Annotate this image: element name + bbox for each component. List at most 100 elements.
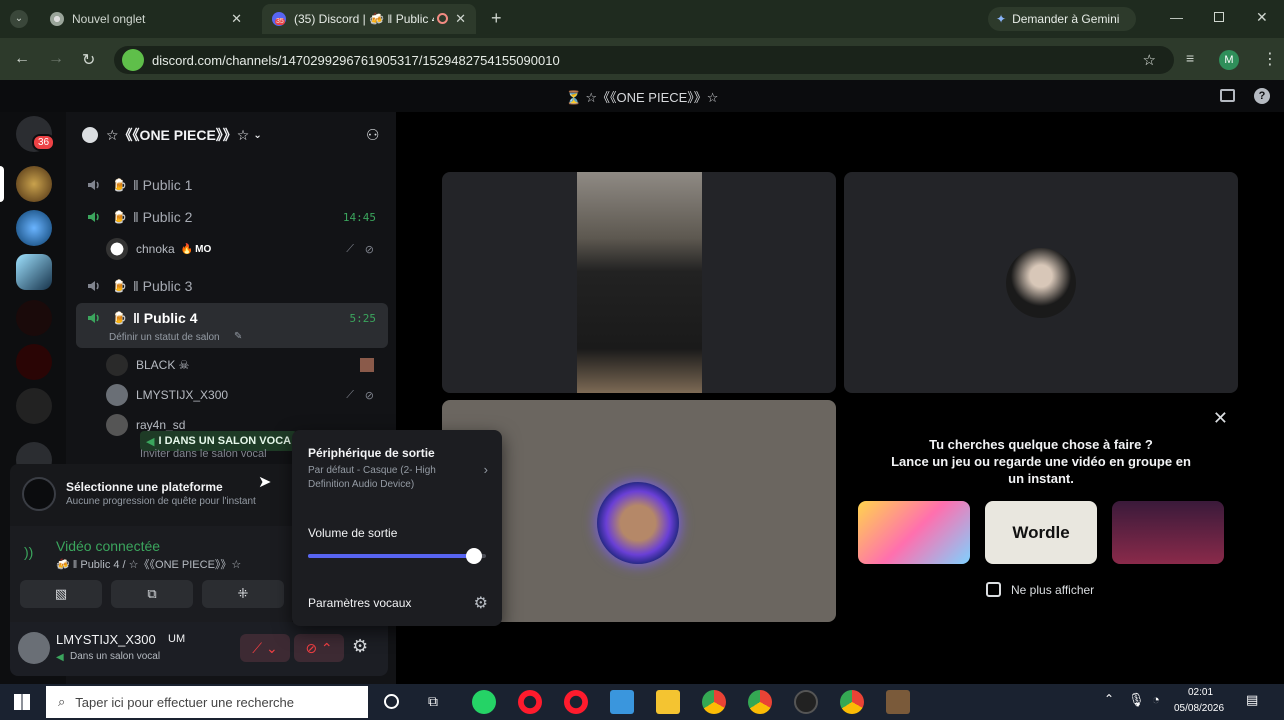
volume-knob[interactable] (465, 548, 482, 564)
edit-pencil-icon[interactable]: ✎ (234, 331, 242, 342)
invite-voice-link[interactable]: Inviter dans le salon vocal (140, 448, 267, 460)
forward-icon[interactable]: → (48, 50, 64, 68)
close-tab-icon[interactable]: ✕ (231, 11, 242, 27)
voice-channel-public-3[interactable]: 🍺 ǁ Public 3 (80, 271, 386, 301)
opera-icon[interactable] (518, 690, 542, 714)
beer-icon: 🍺 (112, 178, 127, 192)
channel-name: ǁ Public 1 (132, 177, 193, 193)
clock-date[interactable]: 05/08/2026 (1174, 703, 1224, 714)
tab-search-chevron-icon[interactable]: ⌄ (10, 10, 28, 28)
voice-settings-item[interactable]: Paramètres vocaux ⚙ (308, 595, 488, 612)
voice-status[interactable]: Vidéo connectée (56, 538, 160, 554)
back-icon[interactable]: ← (14, 50, 30, 68)
chrome-icon[interactable] (702, 690, 726, 714)
activity-card-wordle[interactable]: Wordle (985, 501, 1097, 564)
quest-panel[interactable]: Sélectionne une plateforme Aucune progre… (10, 464, 296, 526)
activity-card-gamenight[interactable] (858, 501, 970, 564)
tab-badge: 35 (275, 18, 285, 25)
inbox-icon[interactable] (1220, 89, 1235, 102)
recording-icon (437, 13, 448, 24)
opera-gx-icon[interactable] (564, 690, 588, 714)
network-icon[interactable]: ◔ (1152, 692, 1160, 707)
speaker-icon (88, 180, 99, 190)
search-placeholder: Taper ici pour effectuer une recherche (75, 694, 295, 710)
settings-gear-icon[interactable]: ⚙ (352, 636, 368, 657)
server-fox-icon[interactable] (16, 344, 52, 380)
reload-icon[interactable]: ↻ (82, 50, 95, 70)
server-one-piece-icon[interactable] (16, 166, 52, 202)
voice-user-row[interactable]: BLACK ☠ (106, 352, 386, 378)
new-tab-button[interactable]: + (491, 8, 502, 29)
volume-fill (308, 554, 474, 558)
search-icon: ⌕ (58, 694, 66, 709)
voice-user-row[interactable]: chnoka 🔥 MO ⟋ ⊘ (106, 236, 386, 262)
tray-chevron-icon[interactable]: ⌃ (1104, 692, 1114, 706)
game-app-icon[interactable] (886, 690, 910, 714)
quest-icon (22, 477, 56, 511)
chrome-profile-a-icon[interactable] (840, 690, 864, 714)
beer-icon: 🍺 (112, 210, 127, 224)
volume-slider[interactable] (308, 548, 486, 564)
taskbar-search-box[interactable]: ⌕ Taper ici pour effectuer une recherche (46, 686, 368, 718)
maximize-icon[interactable] (1214, 12, 1224, 22)
activities-button[interactable]: ⁜ (202, 580, 284, 608)
dont-show-checkbox-row[interactable]: Ne plus afficher (986, 582, 1094, 597)
clock-time[interactable]: 02:01 (1188, 687, 1213, 698)
close-tab-icon[interactable]: ✕ (455, 11, 466, 27)
output-device-item[interactable]: Périphérique de sortie Par défaut - Casq… (308, 446, 488, 492)
voice-channel-public-1[interactable]: 🍺 ǁ Public 1 (80, 170, 386, 200)
windows-start-icon[interactable] (14, 694, 30, 710)
stream-thumbnail-icon[interactable] (360, 358, 374, 372)
video-tile-user[interactable] (844, 172, 1238, 393)
video-tile-camera[interactable] (442, 172, 836, 393)
close-window-icon[interactable]: ✕ (1256, 9, 1268, 26)
gear-icon: ⚙ (473, 595, 488, 612)
activity-card-watch[interactable] (1112, 501, 1224, 564)
app-dark-icon[interactable] (794, 690, 818, 714)
task-view-icon[interactable]: ⧉ (428, 693, 438, 710)
avatar (597, 482, 679, 564)
tab-new-tab[interactable]: Nouvel onglet ✕ (40, 4, 252, 34)
camera-off-button[interactable]: ▧ (20, 580, 102, 608)
url-bar[interactable]: discord.com/channels/1470299296761905317… (114, 46, 1174, 74)
channel-name: ǁ Public 3 (132, 278, 193, 294)
bookmark-star-icon[interactable]: ☆ (1143, 51, 1156, 69)
avatar (106, 414, 128, 436)
cortana-icon[interactable] (384, 694, 399, 709)
server-header[interactable]: ☆《《ONE PIECE》》☆ ⌄ (82, 124, 292, 146)
mail-icon[interactable] (610, 690, 634, 714)
voice-channel-public-4[interactable]: 🍺 ǁ Public 4 5:25 (80, 303, 386, 333)
avatar[interactable] (18, 632, 50, 664)
mute-button[interactable]: ⟋ ⌄ (240, 634, 290, 662)
browser-menu-icon[interactable]: ⋮ (1262, 49, 1278, 69)
chrome-profile-icon[interactable] (748, 690, 772, 714)
add-member-icon[interactable]: ⚇ (366, 126, 379, 144)
voice-user-row[interactable]: LMYSTIJX_X300 ⟋ ⊘ (106, 382, 386, 408)
reading-list-icon[interactable]: ≡ (1186, 50, 1194, 66)
file-explorer-icon[interactable] (656, 690, 680, 714)
user-panel: LMYSTIJX_X300 UM ◀ Dans un salon vocal ⟋… (10, 622, 388, 676)
server-ak-icon[interactable] (16, 388, 52, 424)
avatar (106, 238, 128, 260)
gemini-button[interactable]: ✦ Demander à Gemini (988, 7, 1136, 31)
profile-avatar[interactable]: M (1219, 50, 1239, 70)
whatsapp-icon[interactable] (472, 690, 496, 714)
voice-channel-public-2[interactable]: 🍺 ǁ Public 2 14:45 (80, 202, 386, 232)
close-icon[interactable]: ✕ (1213, 408, 1228, 429)
server-ninja-icon[interactable] (16, 254, 52, 290)
minimize-icon[interactable]: — (1170, 10, 1183, 25)
channel-status[interactable]: Définir un statut de salon (109, 332, 220, 343)
deafen-button[interactable]: ⊘ ⌃ (294, 634, 344, 662)
tab-discord[interactable]: 35 (35) Discord | 🍻 ǁ Public 4 ✕ (262, 4, 476, 34)
screen-share-button[interactable]: ⧉ (111, 580, 193, 608)
server-z-icon[interactable] (16, 210, 52, 246)
site-info-icon[interactable] (122, 49, 144, 71)
voice-location[interactable]: 🍻 ǁ Public 4 / ☆《《ONE PIECE》》☆ (56, 556, 241, 572)
user-tag: MO (195, 243, 212, 255)
server-v-icon[interactable] (16, 300, 52, 336)
checkbox[interactable] (986, 582, 1001, 597)
microphone-icon[interactable]: 🎙 (1128, 692, 1145, 708)
channel-timer: 5:25 (349, 311, 377, 325)
help-icon[interactable]: ? (1254, 88, 1270, 104)
notification-center-icon[interactable]: ▤ (1246, 692, 1258, 708)
